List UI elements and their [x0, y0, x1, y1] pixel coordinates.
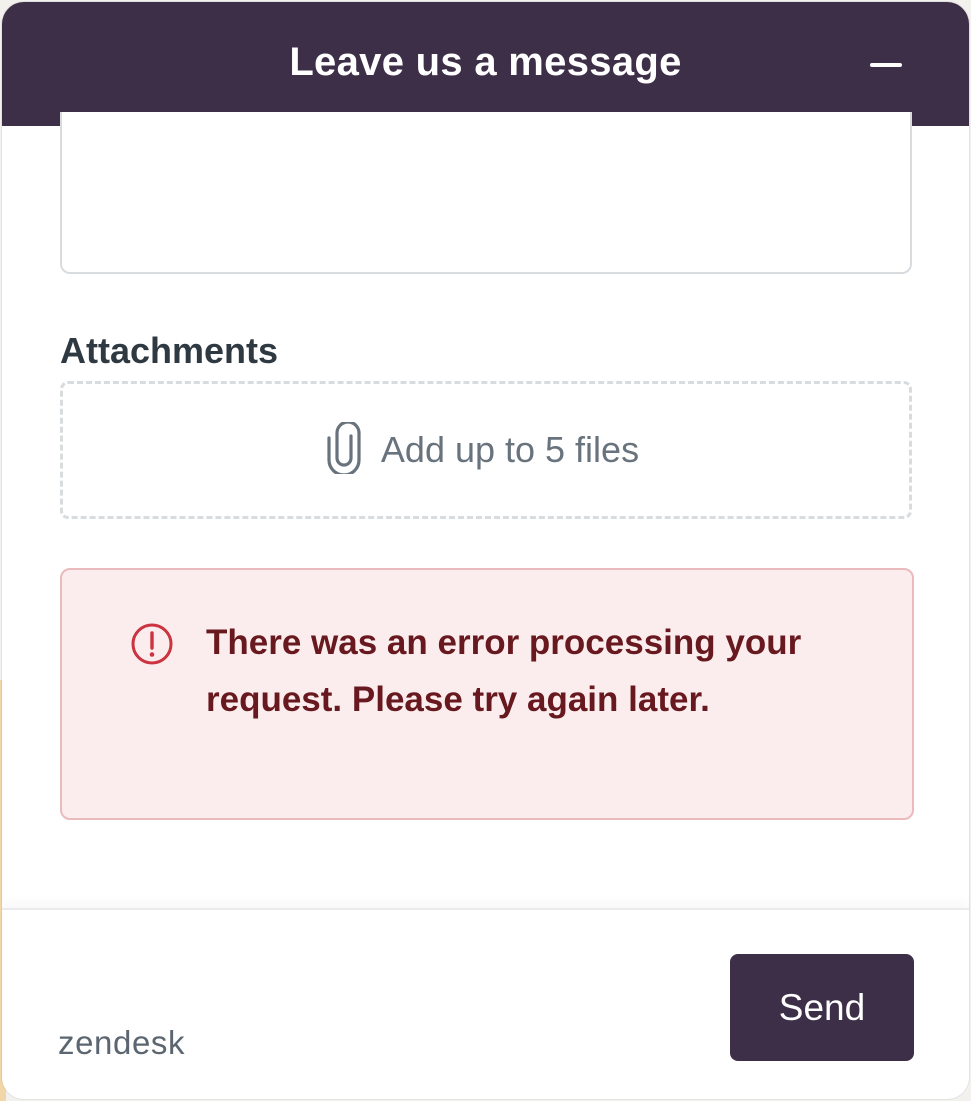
zendesk-logo[interactable]: zendesk [58, 1024, 185, 1062]
widget-title: Leave us a message [289, 39, 682, 84]
error-message: There was an error processing your reque… [206, 623, 802, 719]
contact-form-widget: Leave us a message Attachments Add up to… [2, 2, 969, 1099]
minus-icon [870, 63, 902, 67]
message-textarea[interactable] [60, 112, 912, 274]
paperclip-icon [327, 419, 361, 479]
dropzone-content: Add up to 5 files [327, 419, 640, 479]
dropzone-text: Add up to 5 files [380, 429, 640, 470]
widget-footer: zendesk Send [2, 908, 969, 1099]
attachments-label: Attachments [60, 330, 279, 371]
minimize-button[interactable] [859, 42, 913, 88]
alert-circle-icon [130, 622, 174, 666]
attachments-dropzone[interactable]: Add up to 5 files [60, 381, 912, 519]
send-button[interactable]: Send [730, 954, 914, 1061]
error-alert: There was an error processing your reque… [60, 568, 914, 820]
widget-header: Leave us a message [2, 2, 969, 126]
